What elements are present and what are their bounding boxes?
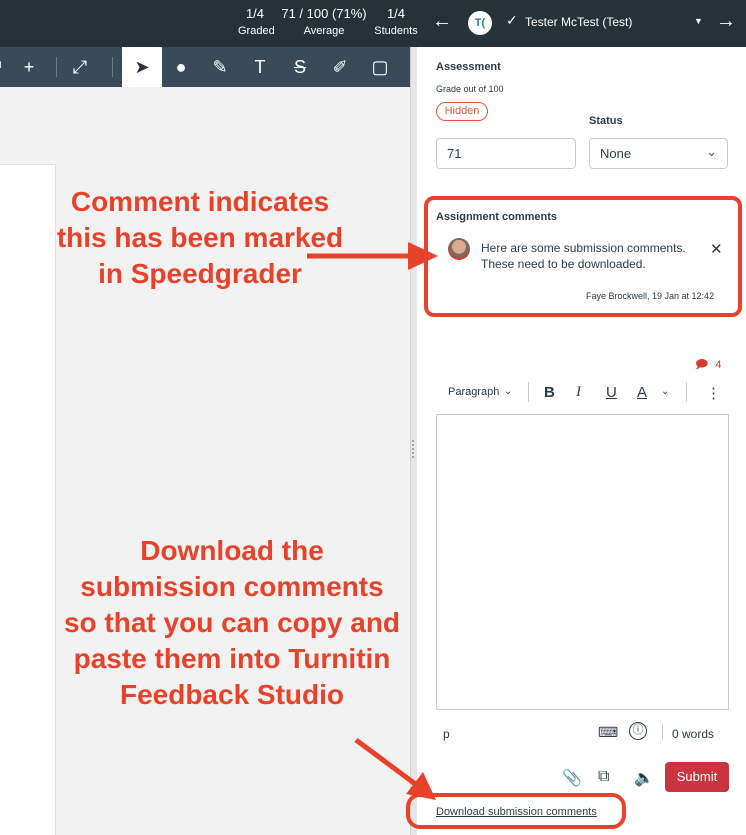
annotation-top: Comment indicates this has been marked i…: [56, 186, 344, 289]
graded-label: Graded: [238, 25, 275, 37]
students-value: 1/4: [386, 6, 406, 21]
check-icon: ✓: [506, 12, 518, 28]
element-path[interactable]: p: [443, 727, 450, 741]
hidden-badge: Hidden: [436, 102, 488, 121]
toolbar-divider: [528, 382, 529, 402]
draw-icon[interactable]: ✐: [320, 47, 360, 87]
annotation-bottom: Download the submission comments so that…: [63, 535, 401, 710]
text-icon[interactable]: T: [240, 47, 280, 87]
status-select[interactable]: None ⌄: [589, 138, 728, 169]
chevron-down-icon[interactable]: ⌄: [661, 386, 669, 397]
toolbar-divider: [662, 723, 663, 741]
chevron-down-icon[interactable]: ⌄: [504, 386, 512, 397]
toolbar-divider: [56, 57, 57, 77]
attachment-icon[interactable]: 📎: [562, 768, 582, 788]
speaker-icon[interactable]: 🔈: [634, 768, 654, 788]
area-icon[interactable]: ▢: [360, 47, 400, 87]
comment-count[interactable]: 🗩 4: [695, 355, 722, 376]
media-icon[interactable]: ⧉: [598, 768, 609, 786]
comments-highlight-box: [424, 196, 742, 317]
underline-button[interactable]: U: [606, 384, 617, 401]
students-label: Students: [374, 25, 418, 37]
grade-input[interactable]: [436, 138, 576, 169]
download-highlight-box: [406, 793, 626, 829]
status-label: Status: [589, 115, 623, 127]
strikeout-icon[interactable]: S: [280, 47, 320, 87]
document-page[interactable]: [0, 164, 56, 835]
average-stat: 71 / 100 (71%) Average: [278, 6, 370, 39]
paragraph-dropdown[interactable]: Paragraph: [448, 386, 499, 398]
chevron-down-icon: ⌄: [706, 144, 717, 159]
average-label: Average: [303, 25, 345, 37]
toolbar-divider: [112, 57, 113, 77]
annotation-toolbar: ᴹ + ⤢ ➤ ● ✎ T S ✐ ▢: [0, 47, 410, 87]
highlight-icon[interactable]: ✎: [200, 47, 240, 87]
average-value: 71 / 100 (71%): [281, 6, 367, 21]
drag-handle-icon[interactable]: [412, 440, 415, 458]
grade-out-of: Grade out of 100: [436, 84, 504, 94]
comment-count-value: 4: [715, 359, 722, 371]
more-options-icon[interactable]: ⋮: [706, 384, 721, 402]
italic-button[interactable]: I: [576, 384, 581, 401]
editor-toolbar: Paragraph ⌄ B I U A ⌄ ⋮: [436, 378, 729, 408]
assessment-heading: Assessment: [436, 61, 501, 73]
expand-icon[interactable]: ⤢: [60, 47, 100, 87]
editor-status-bar: p ⌨ ⓘ 0 words: [436, 719, 729, 745]
bold-button[interactable]: B: [544, 384, 555, 401]
arrow-right-icon[interactable]: →: [716, 10, 736, 33]
graded-stat: 1/4 Graded: [238, 6, 275, 39]
accessibility-icon[interactable]: ⓘ: [629, 722, 647, 740]
status-value: None: [600, 146, 632, 161]
comment-bubble-icon: 🗩: [695, 357, 709, 371]
student-avatar[interactable]: T(: [468, 11, 492, 35]
pointer-icon[interactable]: ➤: [122, 47, 162, 87]
plus-icon[interactable]: +: [9, 47, 49, 87]
arrow-left-icon[interactable]: ←: [432, 10, 452, 33]
student-selector[interactable]: Tester McTest (Test): [525, 15, 632, 29]
speedgrader-header: 1/4 Graded 71 / 100 (71%) Average 1/4 St…: [0, 0, 746, 47]
text-color-button[interactable]: A: [637, 384, 647, 401]
keyboard-icon[interactable]: ⌨: [598, 724, 618, 741]
word-count: 0 words: [672, 727, 715, 741]
graded-value: 1/4: [245, 6, 265, 21]
students-stat: 1/4 Students: [374, 6, 418, 39]
toolbar-divider: [686, 382, 687, 402]
submit-button[interactable]: Submit: [665, 762, 729, 792]
comment-editor[interactable]: [436, 414, 729, 710]
pin-icon[interactable]: ●: [161, 47, 201, 87]
caret-down-icon[interactable]: ▼: [694, 16, 703, 26]
